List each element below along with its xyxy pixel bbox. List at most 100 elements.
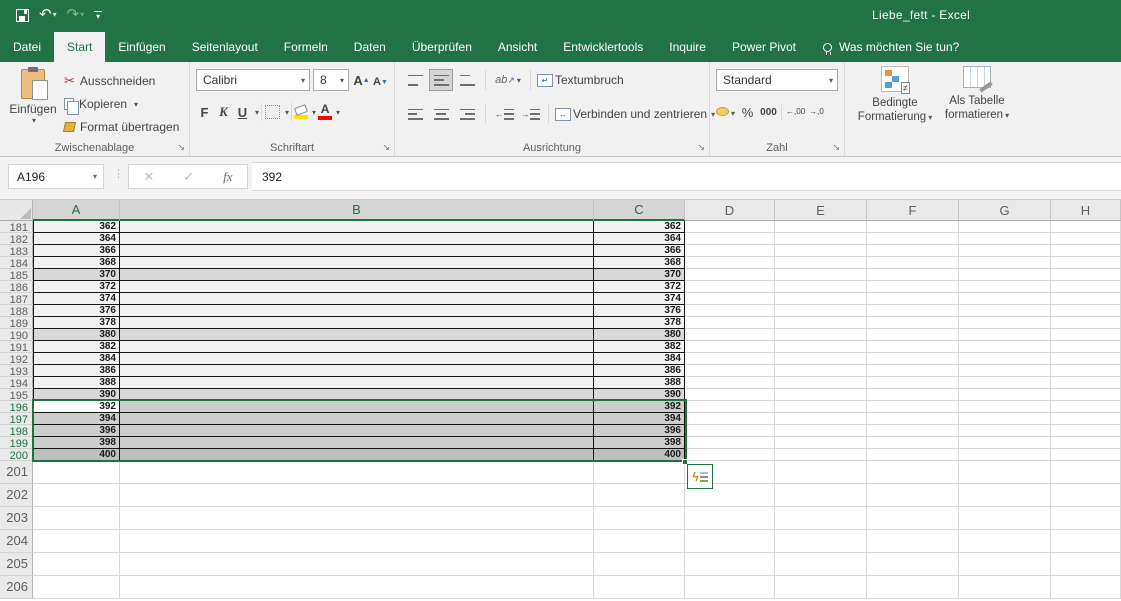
cell-G200[interactable] [959,449,1051,461]
cell-E204[interactable] [775,530,867,553]
tab-überprüfen[interactable]: Überprüfen [399,32,485,62]
cell-D182[interactable] [685,233,775,245]
cell-H183[interactable] [1051,245,1121,257]
cell-G196[interactable] [959,401,1051,413]
cell-D187[interactable] [685,293,775,305]
cell-C202[interactable] [594,484,685,507]
cell-H206[interactable] [1051,576,1121,599]
cell-D194[interactable] [685,377,775,389]
borders-button[interactable] [264,102,281,122]
cell-A198[interactable]: 396 [33,425,120,437]
format-painter-button[interactable]: Format übertragen [62,117,179,137]
copy-dropdown-icon[interactable]: ▾ [134,100,138,109]
cell-C192[interactable]: 384 [594,353,685,365]
tab-einfügen[interactable]: Einfügen [105,32,178,62]
cell-F181[interactable] [867,221,959,233]
cell-A186[interactable]: 372 [33,281,120,293]
cell-F206[interactable] [867,576,959,599]
cell-G197[interactable] [959,413,1051,425]
cell-B200[interactable] [120,449,594,461]
cell-B195[interactable] [120,389,594,401]
cell-H201[interactable] [1051,461,1121,484]
cell-A192[interactable]: 384 [33,353,120,365]
cell-B189[interactable] [120,317,594,329]
cell-A195[interactable]: 390 [33,389,120,401]
cell-H203[interactable] [1051,507,1121,530]
cell-H199[interactable] [1051,437,1121,449]
column-header-C[interactable]: C [594,200,685,221]
row-header-198[interactable]: 198 [0,425,33,437]
row-header-206[interactable]: 206 [0,576,33,599]
cell-H187[interactable] [1051,293,1121,305]
row-header-189[interactable]: 189 [0,317,33,329]
cell-C195[interactable]: 390 [594,389,685,401]
tab-power-pivot[interactable]: Power Pivot [719,32,809,62]
tab-datei[interactable]: Datei [0,32,54,62]
cell-A200[interactable]: 400 [33,449,120,461]
cell-C194[interactable]: 388 [594,377,685,389]
cell-H200[interactable] [1051,449,1121,461]
cell-B201[interactable] [120,461,594,484]
save-icon[interactable] [16,8,29,22]
cell-C186[interactable]: 372 [594,281,685,293]
cell-B181[interactable] [120,221,594,233]
cell-C189[interactable]: 378 [594,317,685,329]
name-box[interactable]: A196 ▾ [8,164,104,189]
cell-C193[interactable]: 386 [594,365,685,377]
cell-C199[interactable]: 398 [594,437,685,449]
cell-G199[interactable] [959,437,1051,449]
cell-G184[interactable] [959,257,1051,269]
cell-E200[interactable] [775,449,867,461]
cell-B204[interactable] [120,530,594,553]
paste-dropdown-icon[interactable]: ▾ [10,116,58,125]
row-header-193[interactable]: 193 [0,365,33,377]
cell-D197[interactable] [685,413,775,425]
cell-H197[interactable] [1051,413,1121,425]
cell-E201[interactable] [775,461,867,484]
borders-dropdown-icon[interactable]: ▾ [285,108,289,117]
row-header-201[interactable]: 201 [0,461,33,484]
cell-H196[interactable] [1051,401,1121,413]
row-header-204[interactable]: 204 [0,530,33,553]
cell-G191[interactable] [959,341,1051,353]
cell-H192[interactable] [1051,353,1121,365]
insert-function-icon[interactable]: fx [223,169,232,185]
font-family-combobox[interactable]: Calibri ▾ [196,69,310,91]
cell-H191[interactable] [1051,341,1121,353]
cell-C205[interactable] [594,553,685,576]
cell-B183[interactable] [120,245,594,257]
cell-C185[interactable]: 370 [594,269,685,281]
cell-B202[interactable] [120,484,594,507]
underline-button[interactable]: U [234,102,251,122]
cell-G187[interactable] [959,293,1051,305]
decrease-decimal-button[interactable]: →,0 [809,108,824,116]
cell-H205[interactable] [1051,553,1121,576]
tab-entwicklertools[interactable]: Entwicklertools [550,32,656,62]
number-dialog-launcher[interactable]: ↘ [832,142,840,153]
number-format-combobox[interactable]: Standard ▾ [716,69,838,91]
cell-H188[interactable] [1051,305,1121,317]
align-middle-button[interactable] [429,69,453,91]
cell-F195[interactable] [867,389,959,401]
cell-B191[interactable] [120,341,594,353]
cell-H182[interactable] [1051,233,1121,245]
cell-B199[interactable] [120,437,594,449]
cell-H198[interactable] [1051,425,1121,437]
cell-F200[interactable] [867,449,959,461]
cell-E189[interactable] [775,317,867,329]
cancel-icon[interactable]: ✕ [143,169,154,185]
cell-B205[interactable] [120,553,594,576]
cell-H186[interactable] [1051,281,1121,293]
cell-G186[interactable] [959,281,1051,293]
cell-D185[interactable] [685,269,775,281]
decrease-indent-button[interactable]: ← [492,103,516,125]
underline-dropdown-icon[interactable]: ▾ [255,108,259,117]
row-header-187[interactable]: 187 [0,293,33,305]
cell-C188[interactable]: 376 [594,305,685,317]
cell-B206[interactable] [120,576,594,599]
cell-E199[interactable] [775,437,867,449]
cell-H189[interactable] [1051,317,1121,329]
cell-D193[interactable] [685,365,775,377]
align-top-button[interactable] [403,69,427,91]
formula-input[interactable]: 392 [252,162,1121,191]
